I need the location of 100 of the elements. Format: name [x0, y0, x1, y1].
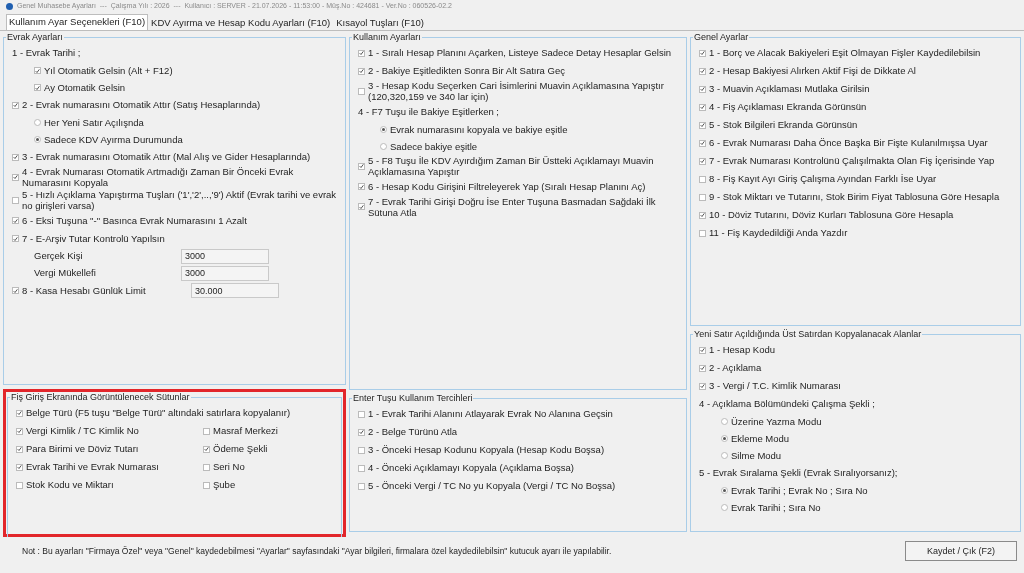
checkbox[interactable]: [699, 193, 706, 201]
checkbox[interactable]: [358, 482, 365, 490]
checkbox[interactable]: [12, 217, 19, 225]
checkbox[interactable]: [358, 67, 365, 75]
option-label: 3 - Evrak numarasını Otomatik Attır (Mal Alış ve Gider Hesaplarında): [22, 151, 311, 163]
checkbox[interactable]: [16, 463, 23, 471]
radio-button[interactable]: [721, 487, 728, 494]
option-label: Sadece bakiye eşitle: [390, 140, 478, 152]
option-label: 5 - F8 Tuşu İle KDV Ayırdığım Zaman Bir Üstteki Açıklamayı Muavin Açıklamasına Yapıştır: [368, 154, 655, 178]
checkbox[interactable]: [12, 287, 19, 295]
tab[interactable]: Kısayol Tuşları (F10): [333, 14, 427, 30]
option-label: 2 - Bakiye Eşitledikten Sonra Bir Alt Satıra Geç: [368, 65, 565, 77]
option-label: Gerçek Kişi: [34, 250, 84, 262]
option-label: 5 - Önceki Vergi / TC No yu Kopyala (Vergi / TC No Boşsa): [368, 480, 616, 492]
option-label: 11 - Fiş Kaydedildiği Anda Yazdır: [709, 227, 848, 239]
option-label: 1 - Evrak Tarihi ;: [12, 47, 81, 59]
checkbox[interactable]: [358, 410, 365, 418]
option-label: 4 - F7 Tuşu ile Bakiye Eşitlerken ;: [358, 106, 499, 118]
option-label: Seri No: [213, 461, 245, 473]
checkbox[interactable]: [12, 153, 19, 161]
option-label: 2 - Evrak numarasını Otomatik Attır (Satış Hesaplarında): [22, 99, 261, 111]
checkbox[interactable]: [358, 87, 365, 95]
checkbox[interactable]: [699, 346, 706, 354]
checkbox[interactable]: [358, 203, 365, 211]
app-icon: [6, 3, 13, 10]
checkbox[interactable]: [203, 427, 210, 435]
radio-button[interactable]: [34, 119, 41, 126]
option-label: 6 - Eksi Tuşuna "-" Basınca Evrak Numarasını 1 Azalt: [22, 214, 247, 227]
radio-button[interactable]: [721, 418, 728, 425]
checkbox[interactable]: [358, 183, 365, 191]
radio-button[interactable]: [721, 504, 728, 511]
option-label: 1 - Sıralı Hesap Planını Açarken, Listeye Sadece Detay Hesaplar Gelsin: [368, 47, 672, 59]
checkbox[interactable]: [34, 84, 41, 91]
checkbox[interactable]: [16, 409, 23, 417]
checkbox[interactable]: [12, 235, 19, 243]
checkbox[interactable]: [34, 67, 41, 74]
tab[interactable]: Kullanım Ayar Seçenekleri (F10): [6, 13, 149, 30]
checkbox[interactable]: [699, 364, 706, 372]
option-label: 5 - Evrak Sıralama Şekli (Evrak Sıralıyorsanız);: [699, 467, 898, 479]
checkbox[interactable]: [358, 428, 365, 436]
checkbox[interactable]: [699, 211, 706, 219]
option-label: 4 - Evrak Numarası Otomatik Artmadığı Zaman Bir Önceki Evrak Numarasını Kopyala: [22, 166, 295, 189]
option-label: 7 - E-Arşiv Tutar Kontrolü Yapılsın: [22, 232, 165, 245]
checkbox[interactable]: [12, 101, 19, 109]
option-label: Ay Otomatik Gelsin: [44, 81, 126, 94]
checkbox[interactable]: [358, 446, 365, 454]
option-label: 8 - Fiş Kayıt Ayı Giriş Çalışma Ayından Farklı İse Uyar: [709, 173, 937, 185]
option-label: 2 - Açıklama: [709, 362, 762, 374]
option-label: Evrak Tarihi ve Evrak Numarası: [26, 461, 159, 473]
checkbox[interactable]: [16, 427, 23, 435]
text-input[interactable]: 3000: [181, 265, 269, 281]
option-label: 4 - Açıklama Bölümündeki Çalışma Şekli ;: [699, 398, 875, 410]
option-label: Silme Modu: [731, 449, 782, 462]
checkbox[interactable]: [16, 445, 23, 453]
checkbox[interactable]: [699, 103, 706, 111]
radio-button[interactable]: [380, 125, 387, 133]
checkbox[interactable]: [699, 175, 706, 183]
radio-button[interactable]: [34, 136, 41, 143]
checkbox[interactable]: [699, 121, 706, 129]
tab[interactable]: KDV Ayırma ve Hesap Kodu Ayarları (F10): [148, 14, 334, 30]
option-label: Her Yeni Satır Açılışnda: [44, 116, 144, 129]
option-label: Para Birimi ve Döviz Tutarı: [26, 443, 139, 455]
checkbox[interactable]: [16, 481, 23, 489]
checkbox[interactable]: [203, 463, 210, 471]
option-label: 7 - Evrak Numarası Kontrolünü Çalışılmakta Olan Fiş İçerisinde Yap: [709, 155, 995, 167]
option-label: 1 - Evrak Tarihi Alanını Atlayarak Evrak No Alanına Geçsin: [368, 408, 613, 420]
checkbox[interactable]: [699, 67, 706, 75]
option-label: Evrak numarasını kopyala ve bakiye eşitle: [390, 123, 568, 135]
option-label: 4 - Önceki Açıklamayı Kopyala (Açıklama Boşsa): [368, 462, 574, 474]
radio-button[interactable]: [380, 142, 387, 150]
checkbox[interactable]: [699, 157, 706, 165]
option-label: Ekleme Modu: [731, 432, 790, 445]
checkbox[interactable]: [358, 49, 365, 57]
text-input[interactable]: 3000: [181, 248, 269, 264]
option-label: 10 - Döviz Tutarını, Döviz Kurları Tablosuna Göre Hesapla: [709, 209, 954, 221]
option-label: 6 - Evrak Numarası Daha Önce Başka Bir Fişte Kulanılmışsa Uyar: [709, 137, 988, 149]
checkbox[interactable]: [358, 464, 365, 472]
text-input[interactable]: 30.000: [191, 283, 279, 299]
option-label: 5 - Hızlı Açıklama Yapıştırma Tuşları ('1','2',..,'9') Aktif (Evrak tarihi ve evrak no girişleri varsa): [22, 188, 338, 212]
checkbox[interactable]: [12, 196, 19, 204]
checkbox[interactable]: [12, 173, 19, 181]
note-text: Not : Bu ayarları "Firmaya Özel" veya "Genel" kaydedebilmesi "Ayarlar" sayfasındaki "Ayar bilgileri, firmalara özel kaydedilebilsin" kutucuk ayarı ile yapılabilir.: [22, 545, 612, 557]
checkbox[interactable]: [699, 139, 706, 147]
option-label: Vergi Kimlik / TC Kimlik No: [26, 425, 139, 437]
checkbox[interactable]: [699, 85, 706, 93]
checkbox[interactable]: [358, 162, 365, 170]
checkbox[interactable]: [699, 49, 706, 57]
option-label: Şube: [213, 479, 236, 491]
checkbox[interactable]: [203, 445, 210, 453]
radio-button[interactable]: [721, 452, 728, 459]
group-title: Fiş Giriş Ekranında Görüntülenecek Sütunlar: [10, 393, 191, 402]
option-label: 2 - Belge Türünü Atla: [368, 426, 458, 438]
group-title: Enter Tuşu Kullanım Tercihleri: [352, 394, 474, 403]
checkbox[interactable]: [699, 229, 706, 237]
option-label: 1 - Hesap Kodu: [709, 344, 775, 356]
option-label: 8 - Kasa Hesabı Günlük Limit: [22, 284, 147, 297]
radio-button[interactable]: [721, 435, 728, 442]
checkbox[interactable]: [699, 382, 706, 390]
checkbox[interactable]: [203, 481, 210, 489]
save-exit-button[interactable]: Kaydet / Çık (F2): [905, 541, 1017, 561]
